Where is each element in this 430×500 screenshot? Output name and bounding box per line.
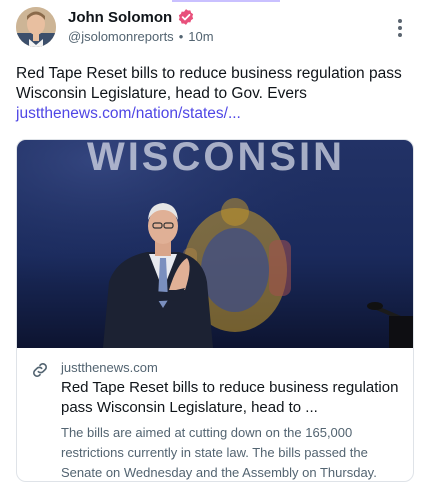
card-domain: justthenews.com bbox=[61, 360, 158, 375]
dot-icon bbox=[398, 33, 402, 37]
card-meta: justthenews.com Red Tape Reset bills to … bbox=[17, 348, 413, 481]
author-handle[interactable]: @jsolomonreports bbox=[68, 29, 174, 44]
card-photo: WISCONSIN bbox=[17, 140, 413, 348]
author-display-name[interactable]: John Solomon bbox=[68, 9, 172, 26]
avatar[interactable] bbox=[16, 7, 56, 47]
separator-dot: • bbox=[178, 29, 184, 44]
banner-text: WISCONSIN bbox=[87, 140, 345, 179]
post-header: John Solomon @jsolomonreports • 10m bbox=[16, 6, 414, 50]
post-body: Red Tape Reset bills to reduce business … bbox=[16, 64, 414, 124]
more-options-button[interactable] bbox=[388, 16, 412, 40]
link-icon bbox=[30, 360, 50, 380]
dot-icon bbox=[398, 26, 402, 30]
avatar-image bbox=[16, 7, 56, 47]
verified-badge-icon bbox=[177, 8, 195, 26]
name-row: John Solomon bbox=[68, 8, 195, 26]
dot-icon bbox=[398, 19, 402, 23]
top-accent-bar bbox=[172, 0, 280, 2]
card-image[interactable]: WISCONSIN bbox=[17, 140, 413, 348]
link-preview-card[interactable]: WISCONSIN justthenews.com Red Tape Reset… bbox=[16, 139, 414, 482]
card-title[interactable]: Red Tape Reset bills to reduce business … bbox=[61, 378, 405, 418]
post-timestamp[interactable]: 10m bbox=[188, 29, 213, 44]
card-description: The bills are aimed at cutting down on t… bbox=[61, 425, 377, 480]
handle-row: @jsolomonreports • 10m bbox=[68, 29, 214, 44]
post-link[interactable]: justthenews.com/nation/states/... bbox=[16, 104, 414, 124]
post-text: Red Tape Reset bills to reduce business … bbox=[16, 65, 402, 102]
